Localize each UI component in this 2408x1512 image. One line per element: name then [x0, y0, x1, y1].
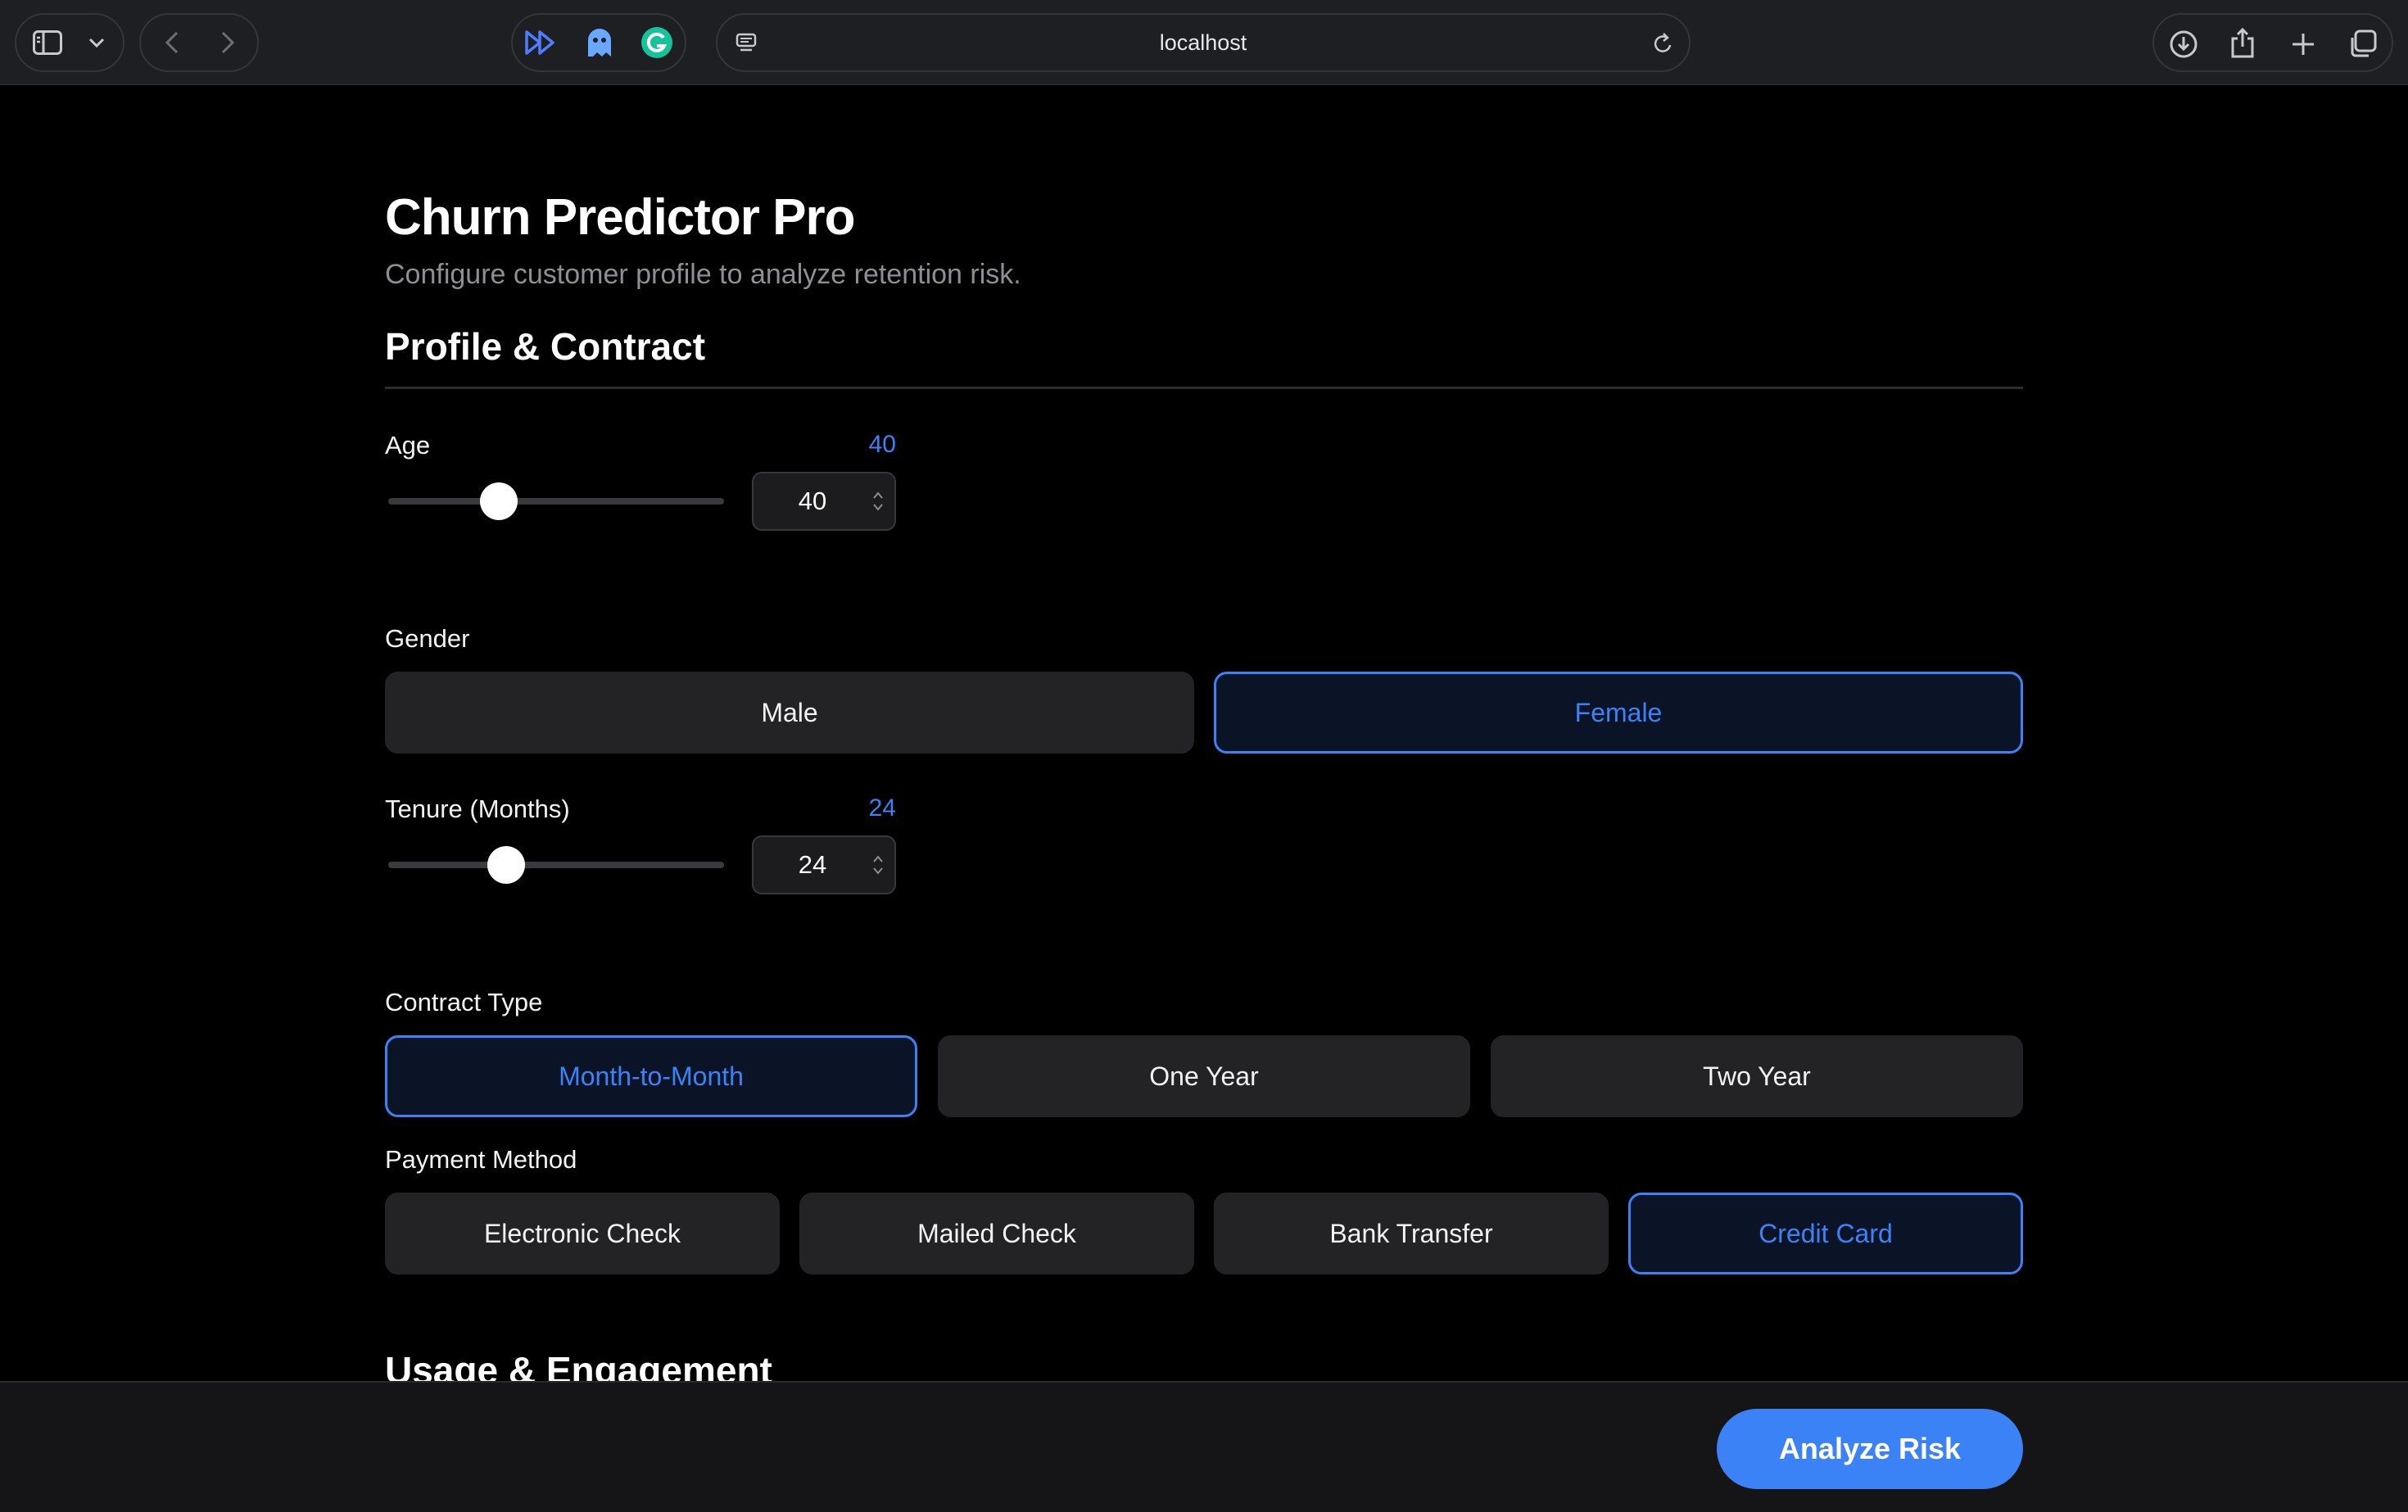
age-number-input[interactable]: 40	[752, 472, 896, 531]
grammarly-extension-icon[interactable]	[639, 25, 675, 61]
stepper-icon[interactable]	[862, 473, 894, 529]
action-footer: Analyze Risk	[0, 1381, 2408, 1512]
forward-icon[interactable]	[213, 28, 242, 57]
reload-icon[interactable]	[1650, 29, 1677, 57]
tenure-input-value: 24	[798, 850, 827, 879]
back-icon[interactable]	[157, 28, 187, 57]
sidebar-toggle-group	[15, 13, 124, 72]
tenure-value-readout: 24	[868, 794, 896, 822]
address-bar[interactable]: localhost	[716, 13, 1691, 72]
share-icon[interactable]	[2225, 25, 2261, 61]
section-title-profile: Profile & Contract	[385, 325, 706, 368]
analyze-risk-button[interactable]: Analyze Risk	[1717, 1409, 2023, 1489]
contract-option-one-year[interactable]: One Year	[938, 1035, 1470, 1117]
new-tab-icon[interactable]	[2285, 26, 2321, 62]
payment-option-electronic-check[interactable]: Electronic Check	[385, 1193, 780, 1274]
contract-type-label: Contract Type	[385, 988, 543, 1016]
tab-overview-icon[interactable]	[2344, 26, 2380, 62]
age-label: Age	[385, 431, 431, 459]
gender-option-female[interactable]: Female	[1214, 672, 2023, 754]
payment-option-credit-card[interactable]: Credit Card	[1628, 1193, 2023, 1274]
payment-method-label: Payment Method	[385, 1145, 577, 1174]
contract-option-month-to-month[interactable]: Month-to-Month	[385, 1035, 917, 1117]
fast-forward-extension-icon[interactable]	[523, 26, 559, 59]
age-slider[interactable]	[388, 482, 724, 520]
contract-option-two-year[interactable]: Two Year	[1491, 1035, 2023, 1117]
tenure-slider[interactable]	[388, 846, 724, 884]
age-input-value: 40	[798, 487, 827, 515]
age-slider-thumb[interactable]	[480, 482, 518, 520]
chevron-down-icon[interactable]	[84, 29, 110, 56]
page-subtitle: Configure customer profile to analyze re…	[385, 259, 1021, 290]
browser-tools-group	[2152, 13, 2393, 72]
page-title: Churn Predictor Pro	[385, 189, 856, 246]
address-text: localhost	[1159, 29, 1247, 55]
stepper-icon[interactable]	[862, 837, 894, 893]
gender-option-male[interactable]: Male	[385, 672, 1194, 754]
app-page: Churn Predictor Pro Configure customer p…	[0, 87, 2408, 1512]
tenure-slider-thumb[interactable]	[487, 846, 525, 884]
section-title-usage: Usage & Engagement	[385, 1349, 772, 1383]
payment-option-mailed-check[interactable]: Mailed Check	[799, 1193, 1194, 1274]
section-divider	[385, 387, 2023, 389]
browser-toolbar: localhost	[0, 0, 2408, 85]
navigation-group	[139, 13, 259, 72]
age-value-readout: 40	[868, 431, 896, 458]
extensions-group	[511, 13, 686, 72]
tenure-label: Tenure (Months)	[385, 794, 570, 823]
sidebar-icon[interactable]	[31, 26, 64, 59]
tenure-number-input[interactable]: 24	[752, 835, 896, 894]
payment-option-bank-transfer[interactable]: Bank Transfer	[1214, 1193, 1609, 1274]
gender-label: Gender	[385, 624, 470, 653]
ghost-extension-icon[interactable]	[582, 25, 618, 61]
downloads-icon[interactable]	[2166, 26, 2202, 62]
